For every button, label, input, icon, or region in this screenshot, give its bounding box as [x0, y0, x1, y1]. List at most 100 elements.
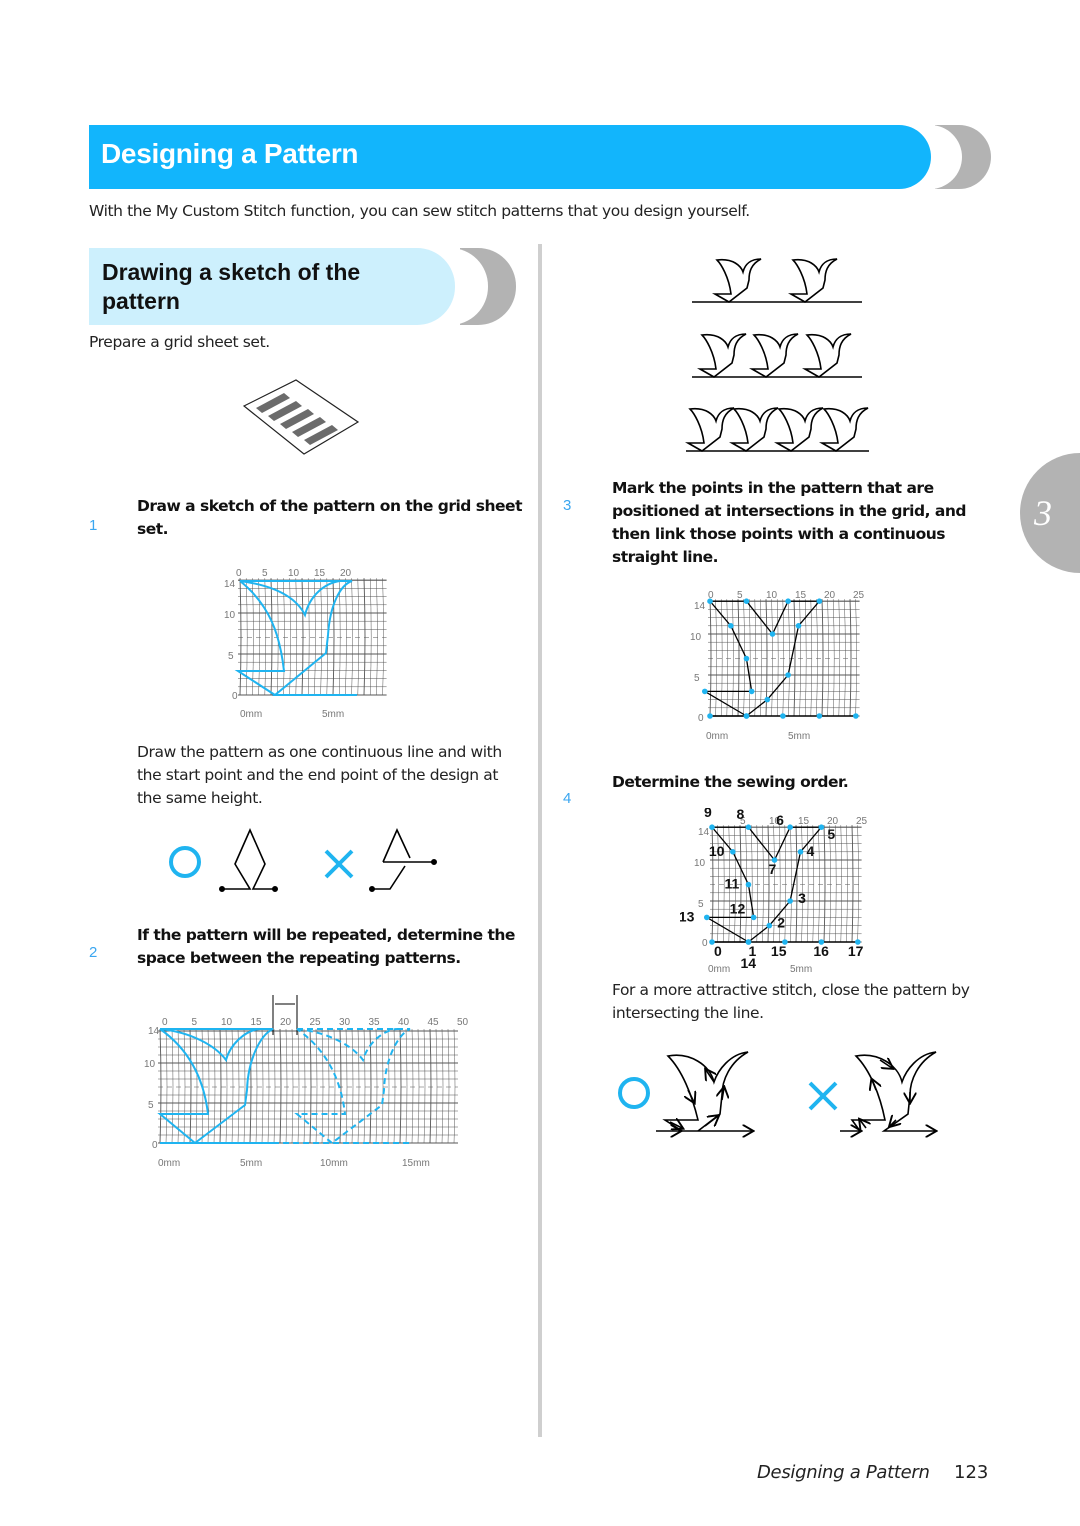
- grid-column-line: [782, 599, 785, 717]
- grid-point: [743, 598, 750, 604]
- step-2-number: 2: [89, 944, 98, 961]
- grid-column-line: [411, 1028, 414, 1144]
- grid-column-line: [207, 1028, 210, 1144]
- grid-point: [750, 914, 757, 921]
- mm-label: 10mm: [320, 1158, 348, 1169]
- grid-column-line: [816, 599, 818, 717]
- mm-label: 0mm: [708, 964, 730, 975]
- grid-point: [745, 824, 752, 830]
- grid-sketch-1: 0 5 10 15 201410500mm 5mm: [224, 568, 387, 720]
- step-1-number: 1: [89, 517, 98, 534]
- grid-point: [748, 688, 755, 695]
- grid-column-line: [756, 825, 759, 943]
- y-tick-label: 14: [698, 827, 710, 838]
- x-tick-label: 20: [824, 590, 836, 601]
- x-tick-label: 10: [221, 1017, 233, 1028]
- grid-column-line: [333, 1028, 336, 1144]
- grid-column-line: [855, 599, 857, 717]
- grid-column-line: [393, 1028, 396, 1144]
- grid-column-line: [351, 578, 353, 696]
- grid-column-line: [291, 1028, 294, 1144]
- grid-column-line: [327, 1028, 330, 1144]
- grid-column-line: [258, 578, 260, 696]
- grid-point: [764, 696, 771, 703]
- x-tick-label: 15: [314, 568, 326, 579]
- grid-point: [703, 914, 710, 921]
- grid-column-line: [189, 1028, 192, 1144]
- x-tick-label: 50: [457, 1017, 469, 1028]
- grid-column-line: [790, 825, 792, 943]
- x-tick-label: 0: [162, 1017, 168, 1028]
- grid-point: [743, 655, 750, 662]
- sewing-order-label: 14: [740, 955, 756, 971]
- grid-column-line: [315, 1028, 318, 1144]
- mm-label: 0mm: [240, 709, 262, 720]
- repeat-examples: [684, 258, 869, 452]
- sewing-order-label: 11: [724, 876, 739, 892]
- grid-point: [780, 713, 786, 719]
- grid-column-line: [429, 1028, 432, 1144]
- grid-column-line: [818, 825, 820, 943]
- grid-point: [709, 824, 715, 830]
- cross-ng-icon: [324, 849, 354, 879]
- sewing-order-label: 2: [777, 915, 785, 931]
- repeat-motif: [684, 407, 735, 452]
- x-tick-label: 15: [798, 816, 810, 827]
- y-tick-label: 5: [698, 899, 704, 910]
- grid-column-line: [303, 1028, 306, 1144]
- sewing-order-label: 7: [768, 861, 776, 877]
- x-tick-label: 20: [340, 568, 352, 579]
- grid-point: [730, 849, 736, 855]
- footer-title: Designing a Pattern: [757, 1462, 930, 1483]
- repeated-pattern: [294, 1028, 411, 1144]
- grid-column-line: [267, 1028, 270, 1144]
- intro-text: With the My Custom Stitch function, you …: [89, 202, 750, 220]
- step-4-number: 4: [563, 790, 572, 807]
- x-tick-label: 25: [856, 816, 868, 827]
- grid-column-line: [857, 825, 859, 943]
- grid-column-line: [827, 599, 829, 717]
- grid-column-line: [357, 578, 360, 696]
- grid-column-line: [309, 1028, 312, 1144]
- repeat-motif: [696, 333, 747, 378]
- grid-point: [701, 688, 708, 695]
- grid-column-line: [338, 578, 341, 696]
- grid-column-line: [840, 825, 843, 943]
- grid-repeat-2: 0 5 10 15 20 25 30 35 40 45 501410500mm 5mm 10mm 15mm: [144, 995, 469, 1169]
- grid-point: [743, 713, 750, 719]
- grid-point: [818, 824, 825, 830]
- grid-column-line: [771, 599, 773, 717]
- grid-point: [745, 881, 752, 888]
- sewing-order-label: 3: [798, 890, 806, 906]
- repeat-motif: [711, 258, 762, 303]
- repeat-motif: [748, 333, 799, 378]
- sewing-order-label: 15: [771, 943, 787, 959]
- grid-column-line: [243, 1028, 246, 1144]
- grid-column-line: [849, 599, 852, 717]
- grid-point: [707, 713, 713, 719]
- pattern-sketch: [234, 580, 357, 696]
- sewing-order-label: 5: [827, 826, 835, 842]
- grid-column-line: [399, 1028, 402, 1144]
- ok-diamond-shape: [218, 828, 279, 893]
- mm-label: 0mm: [706, 731, 728, 742]
- y-tick-label: 14: [224, 579, 236, 590]
- grid-column-line: [307, 578, 310, 696]
- x-tick-label: 5: [262, 568, 268, 579]
- grid-column-line: [252, 578, 254, 696]
- repeat-motif: [801, 333, 852, 378]
- mm-label: 5mm: [788, 731, 810, 742]
- repeat-motif: [773, 407, 824, 452]
- grid-column-line: [776, 599, 779, 717]
- grid-column-line: [270, 578, 273, 696]
- grid-point: [787, 898, 793, 904]
- grid-points-3: 0 5 10 15 20 251410500mm 5mm: [690, 590, 865, 742]
- y-tick-label: 5: [148, 1100, 154, 1111]
- grid-column-line: [846, 825, 848, 943]
- sewing-order-label: 0: [714, 943, 722, 959]
- grid-point: [728, 623, 734, 629]
- grid-point: [816, 598, 823, 604]
- page-number: 123: [954, 1462, 989, 1483]
- grid-column-line: [369, 578, 372, 696]
- grid-column-line: [801, 825, 803, 943]
